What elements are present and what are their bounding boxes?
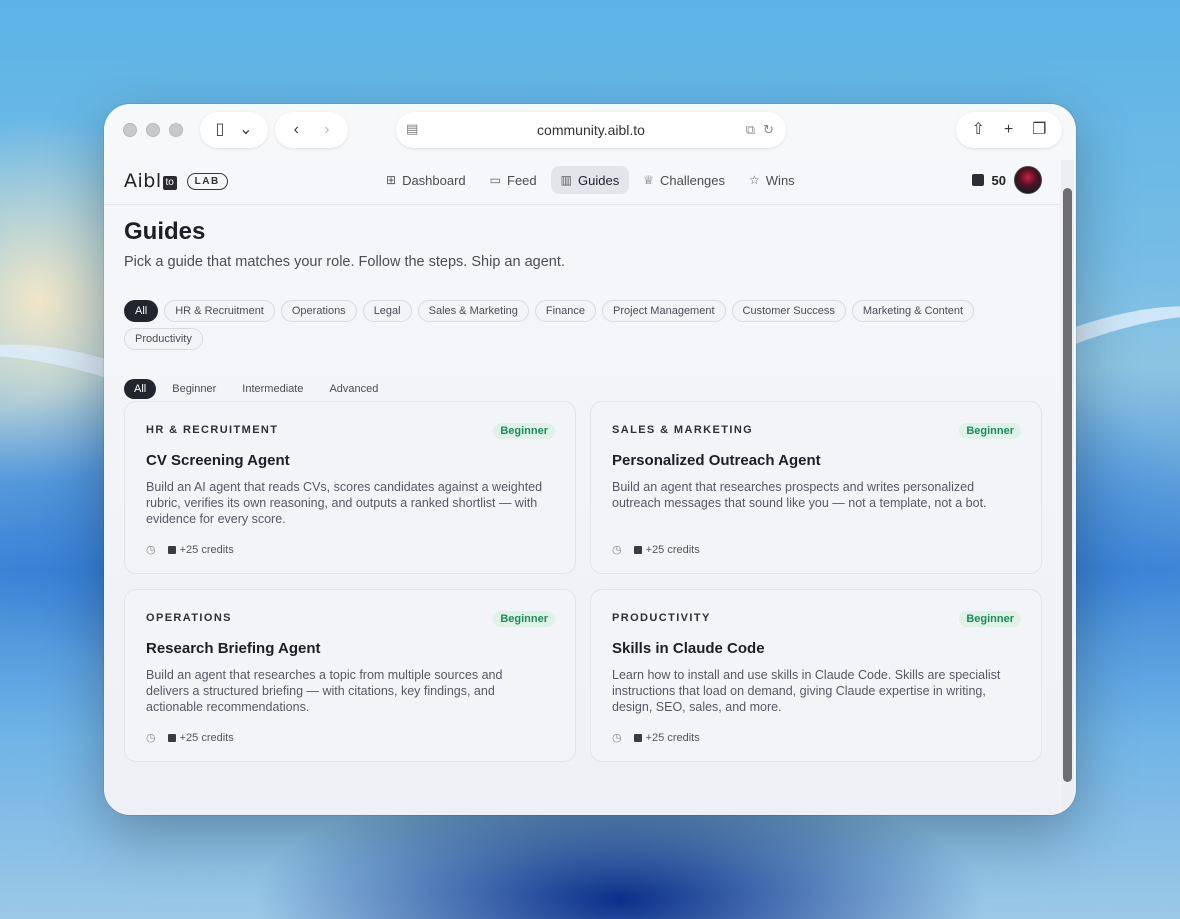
guide-card[interactable]: SALES & MARKETING Beginner Personalized … — [590, 401, 1042, 574]
guide-description: Learn how to install and use skills in C… — [612, 668, 1001, 714]
guide-card[interactable]: OPERATIONS Beginner Research Briefing Ag… — [124, 589, 576, 762]
credits-icon — [167, 733, 176, 742]
logo-text: Aibl — [124, 170, 162, 192]
guide-meta: ◷ +25 credits — [612, 731, 700, 745]
main-nav: ⊞ Dashboard ▭ Feed ▥ Guides ♕ Challenges… — [376, 166, 805, 194]
page-settings-icon[interactable]: ▤ — [406, 121, 418, 137]
user-area: 50 — [971, 166, 1042, 194]
scrollbar-thumb[interactable] — [1063, 188, 1072, 782]
level-chip[interactable]: Intermediate — [232, 379, 313, 399]
nav-label: Wins — [765, 172, 795, 188]
credits-icon — [971, 174, 984, 186]
sidebar-icon[interactable]: ▯ — [215, 122, 224, 138]
chevron-down-icon[interactable]: ⌄ — [239, 122, 252, 138]
address-bar[interactable]: ▤ community.aibl.to ⧉ ↻ — [396, 112, 786, 148]
chat-icon: ▭ — [489, 173, 502, 187]
guide-meta: ◷ +25 credits — [612, 543, 700, 557]
nav-label: Challenges — [659, 172, 726, 188]
level-chip[interactable]: Advanced — [319, 379, 388, 399]
category-chip[interactable]: Customer Success — [731, 300, 846, 322]
minimize-window-button[interactable] — [146, 123, 160, 137]
category-chip[interactable]: Sales & Marketing — [417, 300, 529, 322]
nav-label: Feed — [507, 172, 537, 188]
clock-icon: ◷ — [612, 732, 622, 744]
star-icon: ☆ — [749, 173, 760, 187]
forward-icon[interactable]: › — [324, 122, 329, 138]
app-header: Aibl to LAB ⊞ Dashboard ▭ Feed ▥ Guides — [104, 160, 1060, 205]
page-viewport: Aibl to LAB ⊞ Dashboard ▭ Feed ▥ Guides — [104, 160, 1060, 815]
back-icon[interactable]: ‹ — [294, 122, 299, 138]
category-chip[interactable]: Project Management — [602, 300, 726, 322]
avatar[interactable] — [1014, 166, 1042, 194]
guide-description: Build an agent that researches prospects… — [612, 480, 987, 510]
level-badge: Beginner — [959, 423, 1021, 439]
guide-title: CV Screening Agent — [146, 452, 290, 469]
nav-dashboard[interactable]: ⊞ Dashboard — [376, 166, 476, 194]
level-badge: Beginner — [493, 611, 555, 627]
level-chip[interactable]: Beginner — [162, 379, 226, 399]
guide-card[interactable]: PRODUCTIVITY Beginner Skills in Claude C… — [590, 589, 1042, 762]
nav-guides[interactable]: ▥ Guides — [550, 166, 630, 194]
window-controls — [123, 123, 183, 137]
credits-icon — [633, 545, 642, 554]
clock-icon: ◷ — [146, 732, 156, 744]
browser-window: ▯ ⌄ ‹ › ▤ community.aibl.to ⧉ ↻ ⇧ + ❐ Ai… — [104, 104, 1076, 815]
close-window-button[interactable] — [123, 123, 137, 137]
level-badge: Beginner — [959, 611, 1021, 627]
nav-label: Guides — [578, 172, 620, 188]
category-chip[interactable]: Legal — [362, 300, 412, 322]
clock-icon: ◷ — [612, 544, 622, 556]
page-subtitle: Pick a guide that matches your role. Fol… — [124, 254, 565, 270]
share-icon[interactable]: ⇧ — [971, 122, 984, 138]
guide-description: Build an agent that researches a topic f… — [146, 668, 503, 714]
sidebar-toggle-group: ▯ ⌄ — [200, 112, 268, 148]
guide-credits: +25 credits — [645, 543, 700, 556]
history-nav-group: ‹ › — [275, 112, 348, 148]
guide-title: Personalized Outreach Agent — [612, 452, 821, 469]
guide-description: Build an AI agent that reads CVs, scores… — [146, 480, 543, 526]
category-chip[interactable]: Operations — [280, 300, 357, 322]
browser-actions-group: ⇧ + ❐ — [956, 112, 1062, 148]
category-chip[interactable]: Finance — [534, 300, 597, 322]
reload-icon[interactable]: ↻ — [763, 122, 774, 138]
logo[interactable]: Aibl to LAB — [124, 170, 228, 192]
logo-mark: to — [162, 175, 177, 190]
category-chip[interactable]: Marketing & Content — [851, 300, 975, 322]
book-icon: ▥ — [560, 173, 572, 187]
guide-meta: ◷ +25 credits — [146, 543, 234, 557]
browser-toolbar: ▯ ⌄ ‹ › ▤ community.aibl.to ⧉ ↻ ⇧ + ❐ — [104, 104, 1076, 160]
clock-icon: ◷ — [146, 544, 156, 556]
nav-challenges[interactable]: ♕ Challenges — [633, 166, 735, 194]
nav-wins[interactable]: ☆ Wins — [739, 166, 805, 194]
nav-feed[interactable]: ▭ Feed — [480, 166, 547, 194]
url-text: community.aibl.to — [537, 122, 645, 138]
guide-title: Skills in Claude Code — [612, 640, 765, 657]
grid-icon: ⊞ — [386, 173, 397, 187]
new-tab-icon[interactable]: + — [1004, 122, 1013, 138]
trophy-icon: ♕ — [643, 173, 654, 187]
guide-card[interactable]: HR & RECRUITMENT Beginner CV Screening A… — [124, 401, 576, 574]
tab-overview-icon[interactable]: ❐ — [1032, 122, 1046, 138]
zoom-window-button[interactable] — [169, 123, 183, 137]
page-title: Guides — [124, 218, 206, 245]
level-badge: Beginner — [493, 423, 555, 439]
credits-icon — [633, 733, 642, 742]
level-filters: All Beginner Intermediate Advanced — [124, 379, 1042, 399]
guide-title: Research Briefing Agent — [146, 640, 321, 657]
guide-meta: ◷ +25 credits — [146, 731, 234, 745]
nav-label: Dashboard — [402, 172, 466, 188]
guide-credits: +25 credits — [645, 731, 700, 744]
guide-credits: +25 credits — [179, 543, 234, 556]
category-chip[interactable]: All — [124, 300, 159, 322]
category-chip[interactable]: Productivity — [124, 328, 203, 350]
level-chip[interactable]: All — [124, 379, 157, 399]
translate-icon[interactable]: ⧉ — [746, 122, 755, 138]
credits-count: 50 — [991, 172, 1006, 188]
lab-badge: LAB — [186, 172, 228, 190]
credits-icon — [167, 545, 176, 554]
guide-credits: +25 credits — [179, 731, 234, 744]
category-filters: All HR & Recruitment Operations Legal Sa… — [124, 300, 1024, 350]
category-chip[interactable]: HR & Recruitment — [164, 300, 275, 322]
